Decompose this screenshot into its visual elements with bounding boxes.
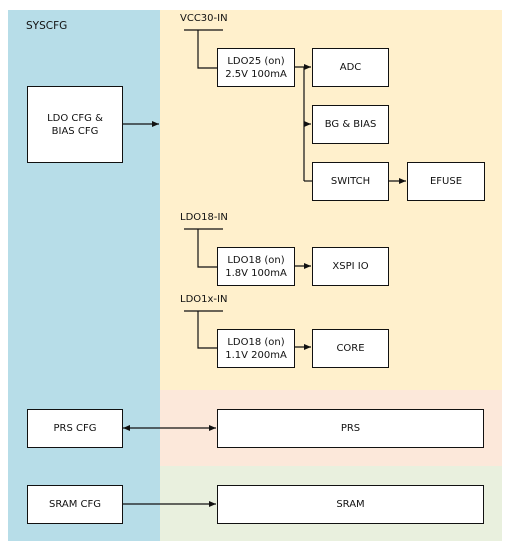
bg-bias-block: BG & BIAS — [312, 105, 389, 144]
ldo18-wire — [197, 229, 217, 268]
ldo1x-wire — [197, 311, 217, 349]
prs-block: PRS — [217, 409, 484, 448]
adc-block: ADC — [312, 48, 389, 87]
sram-cfg-block: SRAM CFG — [27, 485, 123, 524]
ldo1x-in-label: LDO1x-IN — [180, 294, 228, 305]
sram-block: SRAM — [217, 485, 484, 524]
ldo25-block: LDO25 (on) 2.5V 100mA — [217, 48, 295, 87]
vcc30-wire — [197, 30, 217, 69]
ldo18-block: LDO18 (on) 1.8V 100mA — [217, 247, 295, 286]
core-block: CORE — [312, 329, 389, 368]
prs-cfg-block: PRS CFG — [27, 409, 123, 448]
vcc30-in-label: VCC30-IN — [180, 13, 228, 24]
xspi-io-block: XSPI IO — [312, 247, 389, 286]
ldo18-1v1-block: LDO18 (on) 1.1V 200mA — [217, 329, 295, 368]
ldo-cfg-block: LDO CFG & BIAS CFG — [27, 86, 123, 163]
efuse-block: EFUSE — [407, 162, 485, 201]
ldo18-in-label: LDO18-IN — [180, 212, 228, 223]
switch-block: SWITCH — [312, 162, 389, 201]
